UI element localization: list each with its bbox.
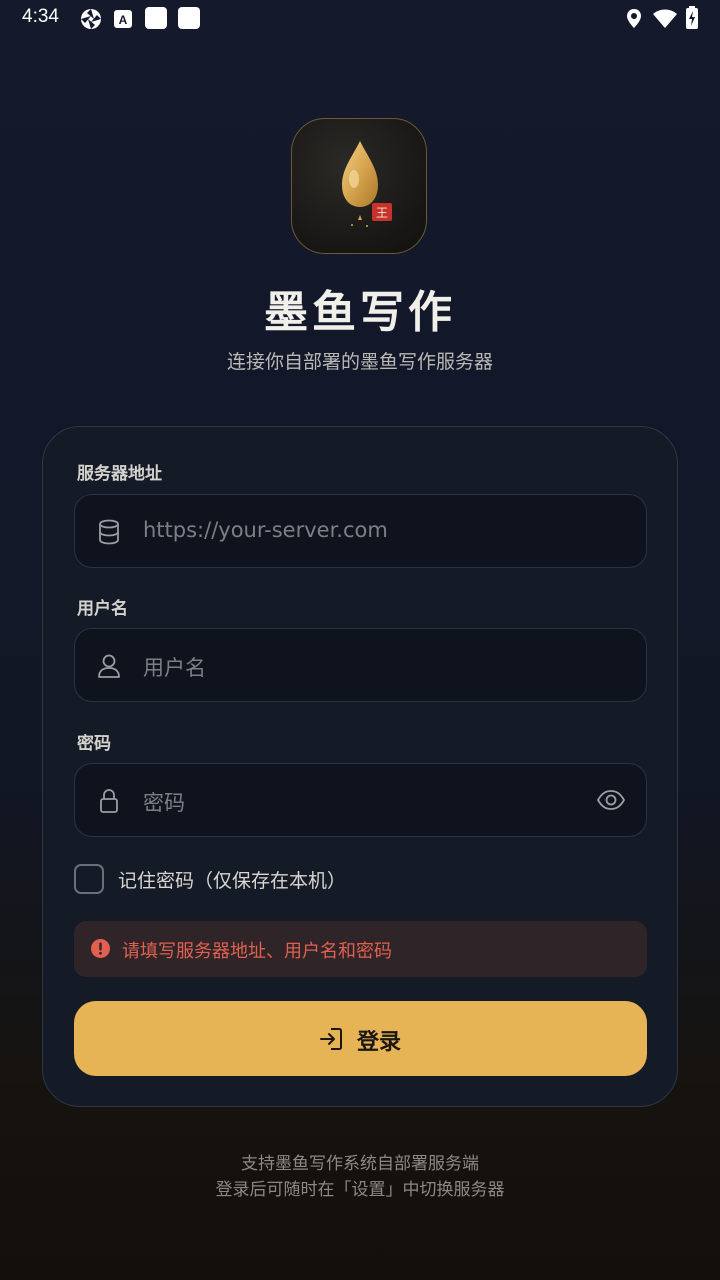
error-text: 请填写服务器地址、用户名和密码 bbox=[122, 941, 392, 962]
eye-icon[interactable] bbox=[596, 789, 626, 811]
user-icon bbox=[98, 654, 120, 678]
ink-drop-logo-icon: 王 bbox=[342, 141, 392, 227]
password-input[interactable]: 密码 bbox=[143, 787, 185, 817]
login-button[interactable]: 登录 bbox=[74, 1001, 647, 1076]
location-icon bbox=[627, 9, 641, 28]
status-time: 4:34 bbox=[22, 6, 59, 27]
login-icon bbox=[320, 1028, 342, 1050]
database-icon bbox=[99, 519, 119, 545]
aperture-icon bbox=[81, 9, 101, 29]
svg-text:王: 王 bbox=[376, 206, 388, 220]
square-icon bbox=[178, 7, 200, 29]
alert-icon bbox=[91, 939, 110, 958]
username-input[interactable]: 用户名 bbox=[143, 652, 206, 682]
remember-label[interactable]: 记住密码（仅保存在本机） bbox=[118, 866, 346, 893]
app-logo: 王 bbox=[291, 118, 427, 254]
username-label: 用户名 bbox=[77, 599, 128, 619]
svg-text:A: A bbox=[119, 13, 128, 27]
login-button-label: 登录 bbox=[357, 1029, 402, 1054]
error-message: 请填写服务器地址、用户名和密码 bbox=[74, 921, 647, 977]
password-field[interactable]: 密码 bbox=[74, 763, 647, 837]
server-label: 服务器地址 bbox=[77, 464, 162, 484]
wifi-icon bbox=[653, 9, 677, 28]
battery-charging-icon bbox=[686, 6, 698, 29]
remember-checkbox[interactable] bbox=[74, 864, 104, 894]
server-field[interactable]: https://your-server.com bbox=[74, 494, 647, 568]
app-subtitle: 连接你自部署的墨鱼写作服务器 bbox=[226, 351, 493, 373]
footer-line-1: 支持墨鱼写作系统自部署服务端 bbox=[241, 1154, 479, 1174]
a-keyboard-icon: A bbox=[114, 10, 132, 28]
lock-icon bbox=[100, 789, 118, 813]
footer-line-2: 登录后可随时在「设置」中切换服务器 bbox=[215, 1180, 505, 1200]
username-field[interactable]: 用户名 bbox=[74, 628, 647, 702]
app-title: 墨鱼写作 bbox=[264, 287, 456, 338]
status-bar: 4:34 A bbox=[0, 0, 720, 38]
server-input[interactable]: https://your-server.com bbox=[143, 518, 388, 542]
square-icon bbox=[145, 7, 167, 29]
password-label: 密码 bbox=[77, 734, 111, 754]
